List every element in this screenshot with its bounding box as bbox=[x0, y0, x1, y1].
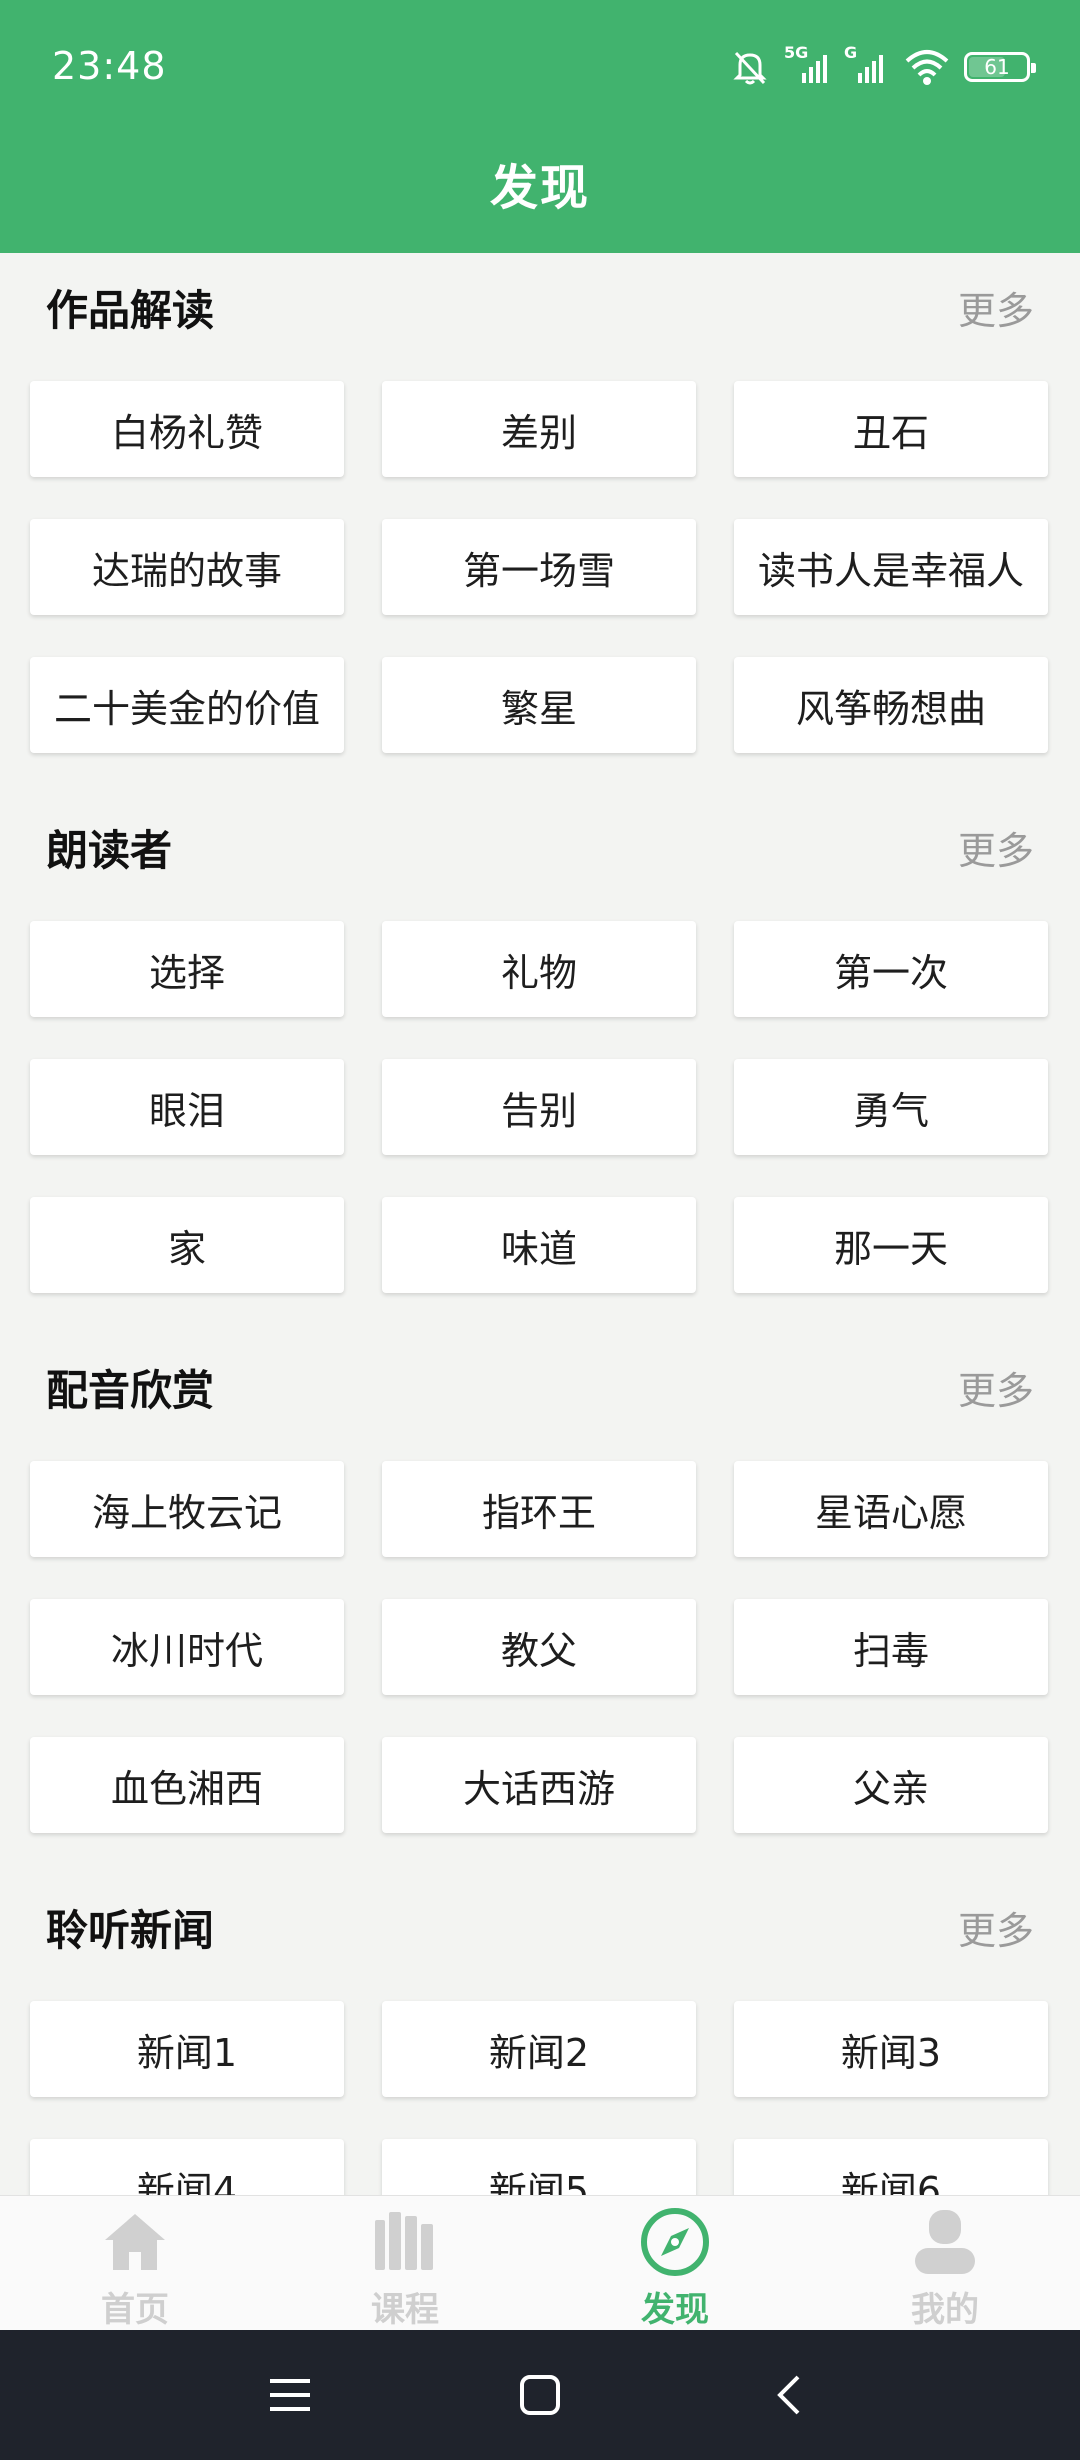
section-dubbing: 配音欣赏 更多 海上牧云记 指环王 星语心愿 冰川时代 教父 扫毒 血色湘西 大… bbox=[0, 1333, 1080, 1873]
section-header: 朗读者 更多 bbox=[0, 793, 1080, 901]
grid-item[interactable]: 那一天 bbox=[734, 1197, 1048, 1293]
signal-g-icon: G bbox=[844, 43, 890, 87]
section-title: 聆听新闻 bbox=[46, 1905, 215, 1955]
discover-content[interactable]: 作品解读 更多 白杨礼赞 差别 丑石 达瑞的故事 第一场雪 读书人是幸福人 二十… bbox=[0, 253, 1080, 2195]
tab-label: 课程 bbox=[371, 2290, 439, 2330]
status-icons: 5G G 61 bbox=[730, 43, 1036, 90]
grid-item[interactable]: 第一场雪 bbox=[382, 519, 696, 615]
grid-item[interactable]: 新闻6 bbox=[734, 2139, 1048, 2195]
item-grid: 新闻1 新闻2 新闻3 新闻4 新闻5 新闻6 bbox=[0, 1981, 1080, 2195]
grid-item[interactable]: 第一次 bbox=[734, 921, 1048, 1017]
more-link[interactable]: 更多 bbox=[958, 280, 1034, 335]
grid-item[interactable]: 眼泪 bbox=[30, 1059, 344, 1155]
grid-item[interactable]: 选择 bbox=[30, 921, 344, 1017]
home-icon bbox=[95, 2204, 175, 2280]
section-work-interpretation: 作品解读 更多 白杨礼赞 差别 丑石 达瑞的故事 第一场雪 读书人是幸福人 二十… bbox=[0, 253, 1080, 793]
grid-item[interactable]: 读书人是幸福人 bbox=[734, 519, 1048, 615]
grid-item[interactable]: 繁星 bbox=[382, 657, 696, 753]
status-time: 23:48 bbox=[52, 44, 167, 88]
section-title: 作品解读 bbox=[46, 285, 215, 335]
discover-page: 23:48 5G G 61 发现 作品解读 更多 白杨礼赞 差别 丑石 达瑞的故… bbox=[0, 0, 1080, 2460]
section-header: 配音欣赏 更多 bbox=[0, 1333, 1080, 1441]
grid-item[interactable]: 白杨礼赞 bbox=[30, 381, 344, 477]
grid-item[interactable]: 新闻4 bbox=[30, 2139, 344, 2195]
tab-home[interactable]: 首页 bbox=[0, 2196, 270, 2331]
more-link[interactable]: 更多 bbox=[958, 1900, 1034, 1955]
grid-item[interactable]: 新闻1 bbox=[30, 2001, 344, 2097]
grid-item[interactable]: 味道 bbox=[382, 1197, 696, 1293]
grid-item[interactable]: 教父 bbox=[382, 1599, 696, 1695]
grid-item[interactable]: 扫毒 bbox=[734, 1599, 1048, 1695]
grid-item[interactable]: 达瑞的故事 bbox=[30, 519, 344, 615]
tab-mine[interactable]: 我的 bbox=[810, 2196, 1080, 2331]
grid-item[interactable]: 指环王 bbox=[382, 1461, 696, 1557]
compass-icon bbox=[635, 2204, 715, 2280]
mute-bell-icon bbox=[730, 47, 770, 87]
grid-item[interactable]: 新闻2 bbox=[382, 2001, 696, 2097]
grid-item[interactable]: 丑石 bbox=[734, 381, 1048, 477]
grid-item[interactable]: 大话西游 bbox=[382, 1737, 696, 1833]
item-grid: 海上牧云记 指环王 星语心愿 冰川时代 教父 扫毒 血色湘西 大话西游 父亲 bbox=[0, 1441, 1080, 1833]
home-square-icon[interactable] bbox=[510, 2365, 570, 2425]
page-title: 发现 bbox=[489, 160, 590, 216]
battery-icon: 61 bbox=[964, 52, 1036, 82]
section-header: 聆听新闻 更多 bbox=[0, 1873, 1080, 1981]
wifi-icon bbox=[904, 47, 950, 87]
grid-item[interactable]: 星语心愿 bbox=[734, 1461, 1048, 1557]
section-reader: 朗读者 更多 选择 礼物 第一次 眼泪 告别 勇气 家 味道 那一天 bbox=[0, 793, 1080, 1333]
more-link[interactable]: 更多 bbox=[958, 1360, 1034, 1415]
grid-item[interactable]: 新闻3 bbox=[734, 2001, 1048, 2097]
grid-item[interactable]: 风筝畅想曲 bbox=[734, 657, 1048, 753]
app-header: 23:48 5G G 61 发现 bbox=[0, 0, 1080, 253]
grid-item[interactable]: 冰川时代 bbox=[30, 1599, 344, 1695]
item-grid: 选择 礼物 第一次 眼泪 告别 勇气 家 味道 那一天 bbox=[0, 901, 1080, 1293]
tab-label: 发现 bbox=[641, 2290, 709, 2330]
section-header: 作品解读 更多 bbox=[0, 253, 1080, 361]
item-grid: 白杨礼赞 差别 丑石 达瑞的故事 第一场雪 读书人是幸福人 二十美金的价值 繁星… bbox=[0, 361, 1080, 753]
grid-item[interactable]: 二十美金的价值 bbox=[30, 657, 344, 753]
person-icon bbox=[905, 2204, 985, 2280]
grid-item[interactable]: 血色湘西 bbox=[30, 1737, 344, 1833]
back-icon[interactable] bbox=[760, 2365, 820, 2425]
grid-item[interactable]: 父亲 bbox=[734, 1737, 1048, 1833]
tab-label: 首页 bbox=[101, 2290, 169, 2330]
section-title: 朗读者 bbox=[46, 825, 173, 875]
section-news: 聆听新闻 更多 新闻1 新闻2 新闻3 新闻4 新闻5 新闻6 bbox=[0, 1873, 1080, 2195]
grid-item[interactable]: 海上牧云记 bbox=[30, 1461, 344, 1557]
signal-5g-icon: 5G bbox=[784, 43, 830, 87]
tab-courses[interactable]: 课程 bbox=[270, 2196, 540, 2331]
tab-discover[interactable]: 发现 bbox=[540, 2196, 810, 2331]
bottom-tab-bar: 首页 课程 发现 我的 bbox=[0, 2195, 1080, 2330]
grid-item[interactable]: 家 bbox=[30, 1197, 344, 1293]
section-title: 配音欣赏 bbox=[46, 1365, 215, 1415]
more-link[interactable]: 更多 bbox=[958, 820, 1034, 875]
battery-level: 61 bbox=[984, 55, 1010, 79]
grid-item[interactable]: 差别 bbox=[382, 381, 696, 477]
grid-item[interactable]: 告别 bbox=[382, 1059, 696, 1155]
grid-item[interactable]: 礼物 bbox=[382, 921, 696, 1017]
grid-item[interactable]: 勇气 bbox=[734, 1059, 1048, 1155]
tab-label: 我的 bbox=[911, 2290, 979, 2330]
books-icon bbox=[365, 2204, 445, 2280]
menu-icon[interactable] bbox=[260, 2365, 320, 2425]
grid-item[interactable]: 新闻5 bbox=[382, 2139, 696, 2195]
system-nav-bar bbox=[0, 2330, 1080, 2460]
